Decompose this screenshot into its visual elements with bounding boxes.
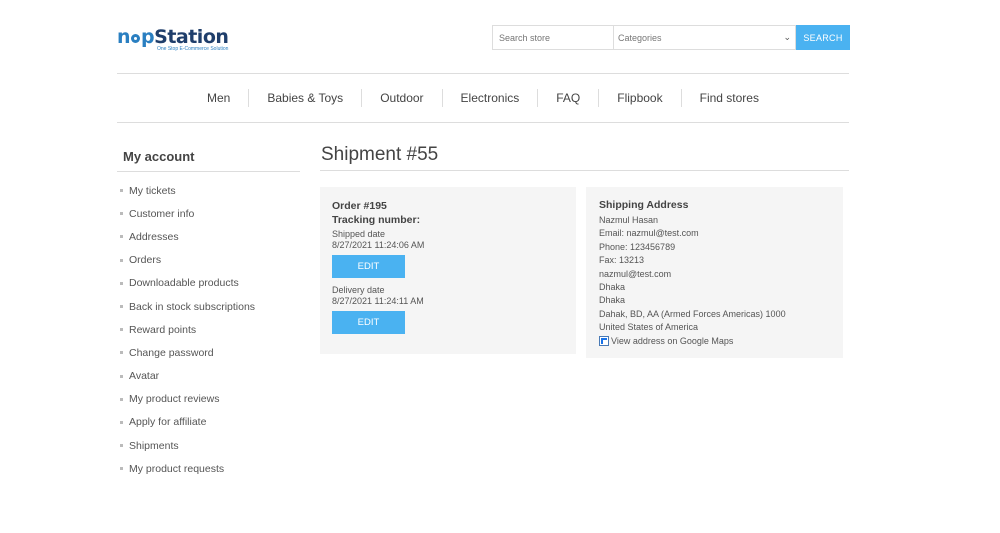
bullet-icon	[120, 281, 123, 285]
address-line-2: Dhaka	[599, 295, 626, 306]
google-maps-link[interactable]: View address on Google Maps	[599, 335, 830, 348]
search-button[interactable]: SEARCH	[796, 25, 850, 50]
sidebar-item-addresses[interactable]: Addresses	[117, 225, 300, 248]
bullet-icon	[120, 235, 123, 239]
shipping-address-title: Shipping Address	[599, 199, 689, 211]
sidebar-item-product-reviews[interactable]: My product reviews	[117, 388, 300, 411]
search-input[interactable]	[492, 25, 614, 50]
bullet-icon	[120, 467, 123, 471]
bullet-icon	[120, 351, 123, 355]
site-logo[interactable]: n pStation One Stop E-Commerce Solution	[117, 27, 229, 52]
chevron-down-icon: ⌄	[783, 32, 791, 42]
tracking-number-label: Tracking number:	[332, 214, 421, 226]
bullet-icon	[120, 374, 123, 378]
sidebar-item-my-tickets[interactable]: My tickets	[117, 179, 300, 202]
google-maps-icon	[599, 336, 609, 347]
sidebar-item-shipments[interactable]: Shipments	[117, 434, 300, 457]
sidebar-item-apply-affiliate[interactable]: Apply for affiliate	[117, 411, 300, 434]
sidebar-item-change-password[interactable]: Change password	[117, 341, 300, 364]
delivery-date-label: Delivery date	[332, 285, 385, 295]
address-line-1: Dhaka	[599, 282, 626, 293]
address-company-email: nazmul@test.com	[599, 268, 672, 279]
order-number: Order #195	[332, 200, 387, 212]
bullet-icon	[120, 420, 123, 424]
bullet-icon	[120, 212, 123, 216]
sidebar-title: My account	[117, 145, 300, 172]
sidebar-item-orders[interactable]: Orders	[117, 249, 300, 272]
nav-item-find-stores[interactable]: Find stores	[682, 89, 777, 107]
sidebar-item-avatar[interactable]: Avatar	[117, 365, 300, 388]
category-select[interactable]: Categories ⌄	[614, 25, 796, 50]
sidebar-item-product-requests[interactable]: My product requests	[117, 457, 300, 480]
bullet-icon	[120, 397, 123, 401]
account-sidebar: My account My tickets Customer info Addr…	[117, 145, 300, 480]
delivery-date-value: 8/27/2021 11:24:11 AM	[332, 296, 424, 306]
account-navigation: My tickets Customer info Addresses Order…	[117, 179, 300, 480]
bullet-icon	[120, 258, 123, 262]
address-city-state-zip: Dahak, BD, AA (Armed Forces Americas) 10…	[599, 308, 786, 319]
shipping-address-panel: Shipping Address Nazmul Hasan Email: naz…	[586, 187, 843, 358]
address-email: Email: nazmul@test.com	[599, 228, 699, 239]
nav-item-babies-toys[interactable]: Babies & Toys	[249, 89, 363, 107]
address-name: Nazmul Hasan	[599, 215, 659, 225]
nav-item-men[interactable]: Men	[189, 89, 250, 107]
shipped-date-label: Shipped date	[332, 229, 386, 239]
divider	[117, 122, 849, 123]
shipped-date-value: 8/27/2021 11:24:06 AM	[332, 240, 425, 250]
address-fax: Fax: 13213	[599, 255, 645, 266]
sidebar-item-customer-info[interactable]: Customer info	[117, 202, 300, 225]
nav-item-flipbook[interactable]: Flipbook	[599, 89, 682, 107]
search-bar: Categories ⌄ SEARCH	[492, 25, 850, 50]
main-content: Shipment #55	[320, 140, 849, 171]
header: npStation One Stop E-Commerce Solution C…	[117, 0, 850, 74]
bullet-icon	[120, 444, 123, 448]
category-select-value: Categories	[618, 32, 662, 43]
address-country: United States of America	[599, 322, 699, 333]
address-phone: Phone: 123456789	[599, 241, 676, 252]
edit-delivery-date-button[interactable]: EDIT	[332, 311, 405, 334]
bullet-icon	[120, 328, 123, 332]
sidebar-item-reward-points[interactable]: Reward points	[117, 318, 300, 341]
logo-dot-icon	[131, 34, 141, 43]
top-menu: Men Babies & Toys Outdoor Electronics FA…	[117, 74, 849, 122]
page-title: Shipment #55	[320, 140, 849, 171]
shipment-info-panel: Order #195 Tracking number: Shipped date…	[320, 187, 576, 354]
sidebar-item-downloadable-products[interactable]: Downloadable products	[117, 272, 300, 295]
nav-item-outdoor[interactable]: Outdoor	[362, 89, 443, 107]
nav-item-electronics[interactable]: Electronics	[443, 89, 539, 107]
bullet-icon	[120, 305, 123, 309]
bullet-icon	[120, 189, 123, 193]
edit-shipped-date-button[interactable]: EDIT	[332, 255, 405, 278]
logo-tagline: One Stop E-Commerce Solution	[156, 46, 229, 52]
sidebar-item-back-in-stock[interactable]: Back in stock subscriptions	[117, 295, 300, 318]
nav-item-faq[interactable]: FAQ	[538, 89, 600, 107]
